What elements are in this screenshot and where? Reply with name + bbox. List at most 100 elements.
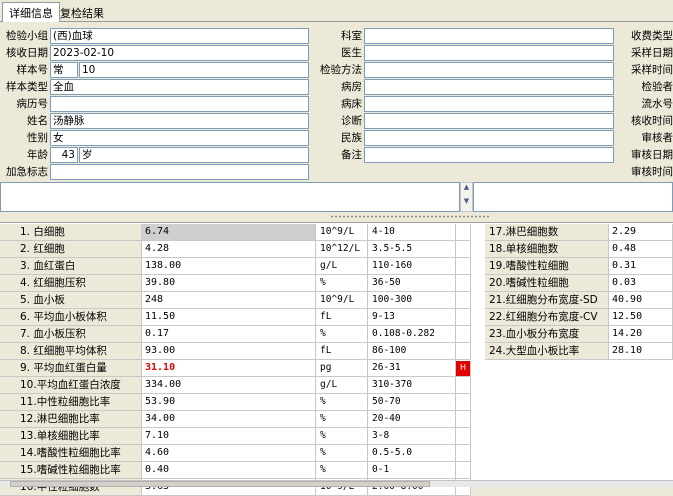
- field-input[interactable]: 常: [50, 62, 78, 78]
- result-reference-range: 20-40: [368, 411, 456, 428]
- horizontal-scrollbar-thumb[interactable]: [10, 481, 430, 487]
- field-input-secondary[interactable]: 10: [79, 62, 309, 78]
- result-reference-range: 3.5-5.5: [368, 241, 456, 258]
- field-label: 姓名: [27, 115, 48, 127]
- field-label: 病房: [341, 81, 362, 93]
- field-label: 核收日期: [6, 47, 48, 59]
- tab-recheck-results[interactable]: 复检结果: [54, 3, 110, 22]
- result-flag-cell: [456, 394, 471, 411]
- splitter-grip-icon[interactable]: [330, 215, 490, 218]
- result-reference-range: 0.5-5.0: [368, 445, 456, 462]
- result-unit: 10^12/L: [316, 241, 368, 258]
- result-name: 13.单核细胞比率: [0, 428, 142, 445]
- result-value[interactable]: 248: [142, 292, 316, 309]
- result-flag-cell: [456, 445, 471, 462]
- field-input[interactable]: [364, 130, 614, 146]
- comment-textarea[interactable]: [0, 182, 460, 212]
- result-reference-range: 86-100: [368, 343, 456, 360]
- result-value[interactable]: 0.31: [609, 258, 673, 275]
- field-label: 性别: [27, 132, 48, 144]
- result-reference-range: 50-70: [368, 394, 456, 411]
- result-flag-cell: [456, 377, 471, 394]
- result-name: 12.淋巴细胞比率: [0, 411, 142, 428]
- result-name: 18.单核细胞数: [485, 241, 609, 258]
- result-name: 9. 平均血红蛋白量: [0, 360, 142, 377]
- result-name: 5. 血小板: [0, 292, 142, 309]
- result-flag-cell: [456, 292, 471, 309]
- field-label: 收费类型: [631, 30, 673, 42]
- field-label: 样本号: [16, 64, 49, 76]
- result-name: 22.红细胞分布宽度-CV: [485, 309, 609, 326]
- field-label: 年龄: [27, 149, 48, 161]
- field-input[interactable]: [50, 96, 309, 112]
- high-flag-icon: H: [456, 361, 470, 376]
- result-name: 3. 血红蛋白: [0, 258, 142, 275]
- field-label: 检验小组: [6, 30, 48, 42]
- result-name: 10.平均血红蛋白浓度: [0, 377, 142, 394]
- result-value[interactable]: 31.10: [142, 360, 316, 377]
- field-input[interactable]: [364, 45, 614, 61]
- field-input[interactable]: [50, 164, 309, 180]
- result-value[interactable]: 11.50: [142, 309, 316, 326]
- patient-info-form: 检验小组 (西)血球 核收日期 2023-02-10 样本号常 10 样本类型 全血 病历号 姓名…: [0, 22, 673, 180]
- result-flag-cell: [456, 275, 471, 292]
- result-name: 17.淋巴细胞数: [485, 224, 609, 241]
- result-value[interactable]: 12.50: [609, 309, 673, 326]
- result-unit: %: [316, 428, 368, 445]
- result-value[interactable]: 334.00: [142, 377, 316, 394]
- result-value[interactable]: 39.80: [142, 275, 316, 292]
- comment-scrollbar[interactable]: ▲ ▼: [460, 182, 473, 212]
- field-input[interactable]: 女: [50, 130, 309, 146]
- field-input[interactable]: [364, 96, 614, 112]
- result-value[interactable]: 6.74: [142, 224, 316, 241]
- result-flag-cell: [456, 343, 471, 360]
- comment-textarea-right[interactable]: [473, 182, 673, 212]
- result-reference-range: 0.108-0.282: [368, 326, 456, 343]
- result-value[interactable]: 4.28: [142, 241, 316, 258]
- result-value[interactable]: 4.60: [142, 445, 316, 462]
- result-value[interactable]: 28.10: [609, 343, 673, 360]
- result-value[interactable]: 40.90: [609, 292, 673, 309]
- result-reference-range: 310-370: [368, 377, 456, 394]
- results-grid: 1. 白细胞 6.74 10^9/L 4-10 2. 红细胞 4.28 10^12/L 3.5…: [0, 222, 673, 496]
- result-name: 6. 平均血小板体积: [0, 309, 142, 326]
- field-input[interactable]: (西)血球: [50, 28, 309, 44]
- field-input[interactable]: [364, 113, 614, 129]
- result-value[interactable]: 7.10: [142, 428, 316, 445]
- result-reference-range: 100-300: [368, 292, 456, 309]
- result-value[interactable]: 0.03: [609, 275, 673, 292]
- result-value[interactable]: 0.40: [142, 462, 316, 479]
- scroll-down-icon[interactable]: ▼: [461, 197, 472, 205]
- field-input-secondary[interactable]: 岁: [79, 147, 309, 163]
- result-value[interactable]: 34.00: [142, 411, 316, 428]
- result-unit: %: [316, 275, 368, 292]
- field-input[interactable]: 全血: [50, 79, 309, 95]
- result-flag-cell: [456, 241, 471, 258]
- result-flag-cell: [456, 224, 471, 241]
- result-value[interactable]: 93.00: [142, 343, 316, 360]
- result-unit: g/L: [316, 258, 368, 275]
- result-flag-cell: [456, 326, 471, 343]
- result-flag-cell: [456, 462, 471, 479]
- result-value[interactable]: 14.20: [609, 326, 673, 343]
- field-input[interactable]: 2023-02-10: [50, 45, 309, 61]
- tab-detail-info[interactable]: 详细信息: [2, 2, 60, 23]
- result-name: 15.嗜碱性粒细胞比率: [0, 462, 142, 479]
- field-input[interactable]: [364, 147, 614, 163]
- field-label: 检验者: [641, 81, 673, 93]
- result-unit: %: [316, 394, 368, 411]
- result-value[interactable]: 53.90: [142, 394, 316, 411]
- result-value[interactable]: 2.29: [609, 224, 673, 241]
- field-label: 病历号: [16, 98, 49, 110]
- result-value[interactable]: 138.00: [142, 258, 316, 275]
- field-input[interactable]: [364, 79, 614, 95]
- result-value[interactable]: 0.17: [142, 326, 316, 343]
- field-label: 检验方法: [320, 64, 362, 76]
- scroll-up-icon[interactable]: ▲: [461, 183, 472, 191]
- field-input[interactable]: 汤静脉: [50, 113, 309, 129]
- field-input[interactable]: [364, 62, 614, 78]
- field-input[interactable]: [364, 28, 614, 44]
- field-input[interactable]: 43: [50, 147, 78, 163]
- result-value[interactable]: 0.48: [609, 241, 673, 258]
- result-unit: 10^9/L: [316, 292, 368, 309]
